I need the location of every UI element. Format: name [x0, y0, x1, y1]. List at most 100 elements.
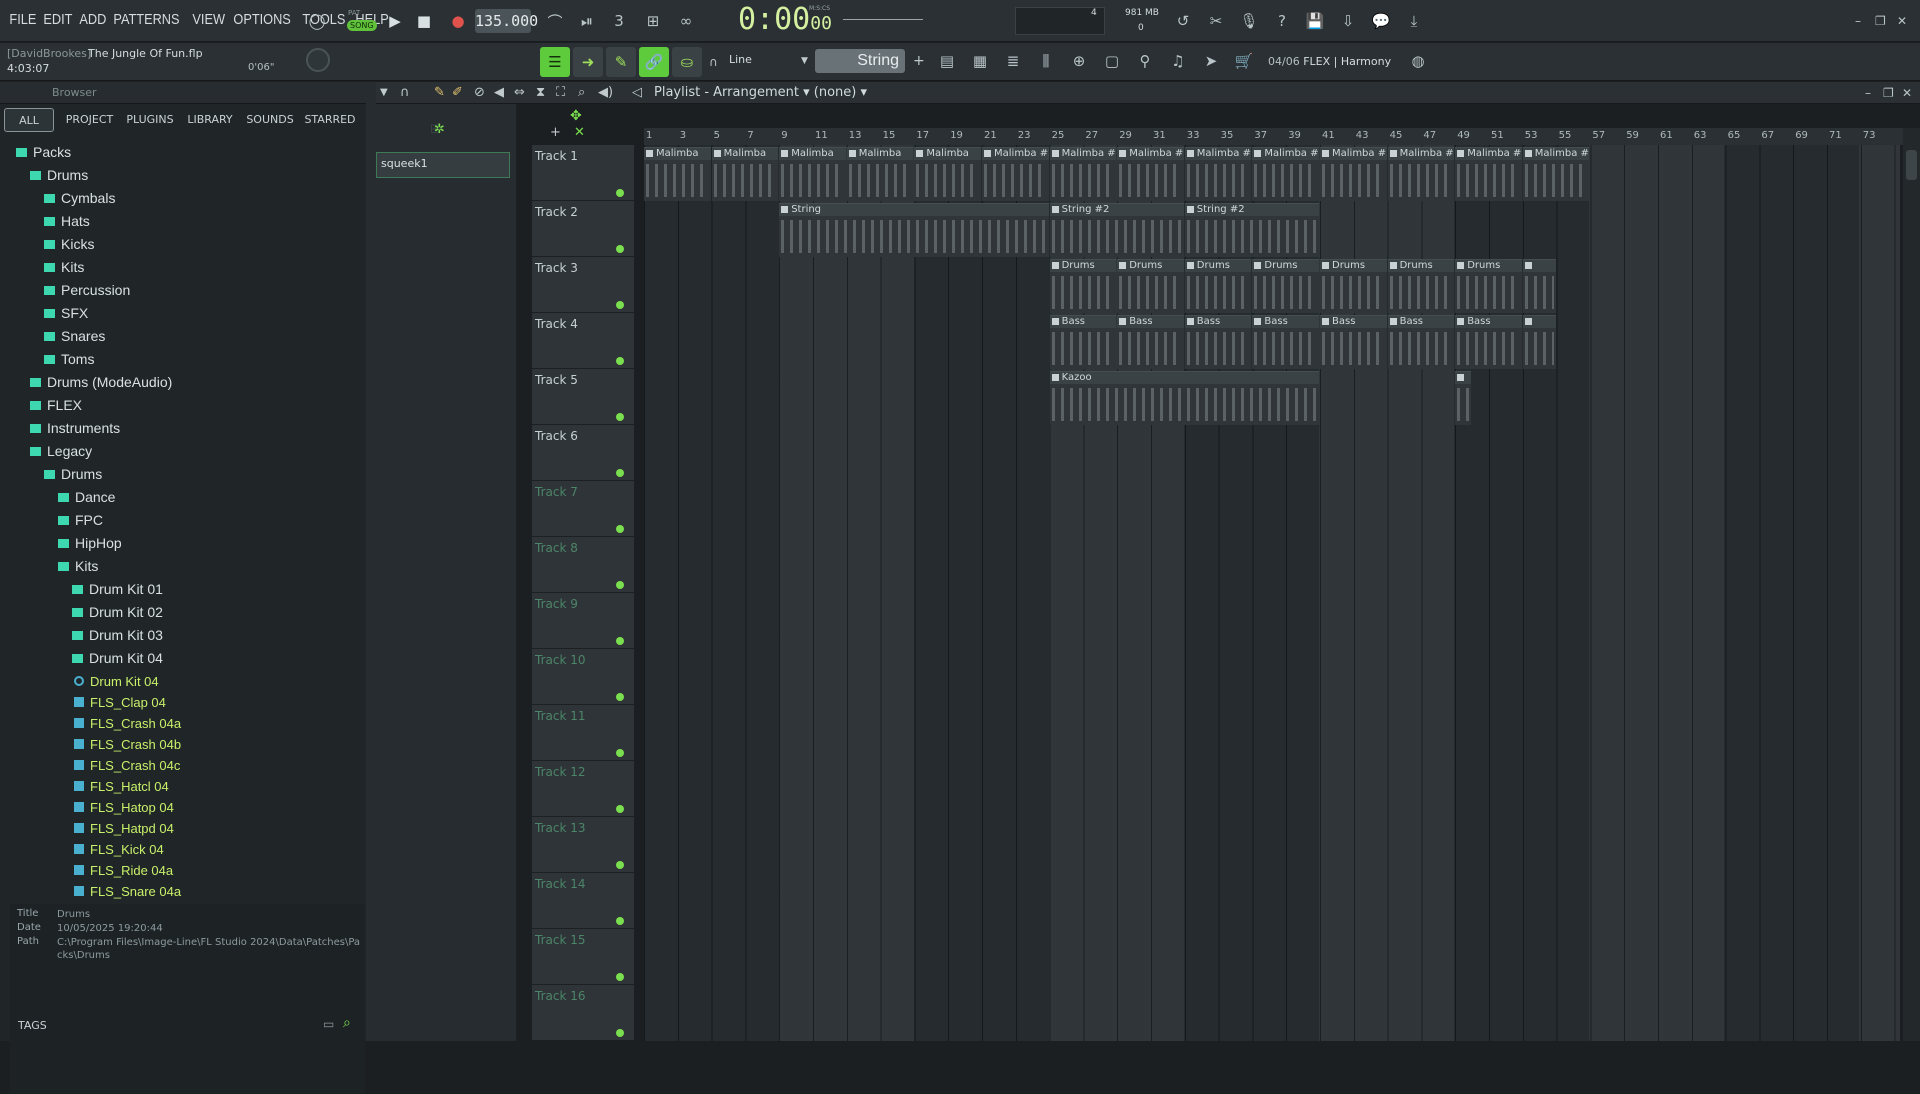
track-header[interactable]: Track 13: [532, 817, 634, 873]
browser-folder[interactable]: Drums (ModeAudio): [30, 371, 172, 394]
add-track-icon[interactable]: +: [550, 125, 561, 140]
tab-starred[interactable]: STARRED: [302, 108, 358, 132]
browser-folder[interactable]: Drums: [44, 463, 102, 486]
track-mute-led[interactable]: [616, 469, 624, 477]
pattern-clip[interactable]: Drums: [1455, 259, 1522, 313]
track-mute-led[interactable]: [616, 301, 624, 309]
track-header[interactable]: Track 16: [532, 985, 634, 1041]
track-mute-led[interactable]: [616, 357, 624, 365]
browser-sample-item[interactable]: FLS_Hatpd 04: [74, 817, 174, 840]
microphone-icon[interactable]: 🎙: [1236, 8, 1262, 34]
browser-sample-item[interactable]: FLS_Crash 04c: [74, 754, 180, 777]
track-header[interactable]: Track 15: [532, 929, 634, 985]
menu-file[interactable]: FILE: [6, 11, 40, 28]
arrangement-select[interactable]: (none): [814, 85, 857, 100]
track-header[interactable]: Track 12: [532, 761, 634, 817]
playlist-minimize-icon[interactable]: –: [1865, 86, 1879, 100]
restore-icon[interactable]: ❐: [1875, 14, 1889, 28]
pattern-clip[interactable]: Malimba: [846, 147, 914, 201]
pattern-clip[interactable]: Malimba #3: [1184, 147, 1252, 201]
tuner-icon[interactable]: ♫: [1165, 48, 1191, 74]
snap-select[interactable]: Line: [729, 53, 752, 66]
pattern-clip[interactable]: Drums: [1320, 259, 1387, 313]
browser-folder[interactable]: Drum Kit 03: [72, 624, 163, 647]
track-mute-led[interactable]: [616, 693, 624, 701]
browser-folder[interactable]: Packs: [16, 141, 71, 164]
browser-sample-item[interactable]: FLS_Ride 04a: [74, 859, 173, 882]
pattern-clip[interactable]: Malimba: [711, 147, 779, 201]
channel-rack-icon[interactable]: ▤: [934, 48, 960, 74]
pattern-clip[interactable]: Bass: [1049, 315, 1117, 369]
pattern-clip[interactable]: Malimba: [914, 147, 981, 201]
browser-folder[interactable]: Kicks: [44, 233, 94, 256]
folder-icon[interactable]: ▭: [323, 1017, 334, 1031]
browser-sample-item[interactable]: FLS_Hatcl 04: [74, 775, 169, 798]
browser-folder[interactable]: Drums: [30, 164, 88, 187]
track-mute-led[interactable]: [616, 749, 624, 757]
pattern-clip[interactable]: Drums: [1049, 259, 1117, 313]
play-icon[interactable]: ▶: [382, 8, 408, 34]
browser-folder[interactable]: Toms: [44, 348, 94, 371]
playlist-close-icon[interactable]: ✕: [1902, 86, 1916, 100]
browser-folder[interactable]: Hats: [44, 210, 90, 233]
playlist-view-icon[interactable]: ☰: [540, 47, 570, 77]
draw-tool-icon[interactable]: ✎: [606, 47, 636, 77]
zoom-tool-icon[interactable]: ⌕: [578, 85, 585, 100]
pattern-clip[interactable]: Malimba #3: [1387, 147, 1455, 201]
select-tool-icon[interactable]: ⛶: [556, 85, 565, 100]
marketplace-icon[interactable]: ➤: [1198, 48, 1224, 74]
browser-preset-item[interactable]: Drum Kit 04: [74, 670, 159, 693]
playlist-maximize-icon[interactable]: ❐: [1883, 86, 1897, 100]
magnet-snap-icon[interactable]: ∩: [400, 85, 410, 100]
track-mute-led[interactable]: [616, 861, 624, 869]
track-mute-led[interactable]: [616, 637, 624, 645]
track-header[interactable]: Track 1: [532, 145, 634, 201]
menu-options[interactable]: OPTIONS: [230, 11, 294, 28]
pattern-clip[interactable]: Drums: [1252, 259, 1319, 313]
minimize-icon[interactable]: –: [1855, 14, 1869, 28]
piano-roll-icon[interactable]: ▦: [967, 48, 993, 74]
track-header[interactable]: Track 14: [532, 873, 634, 929]
mixer-list-icon[interactable]: ≣: [1000, 48, 1026, 74]
pattern-clip[interactable]: Bass: [1117, 315, 1184, 369]
stop-icon[interactable]: ■: [411, 8, 437, 34]
browser-folder[interactable]: Percussion: [44, 279, 130, 302]
pattern-clip[interactable]: [1522, 259, 1556, 313]
remove-icon[interactable]: ✕: [574, 125, 585, 140]
menu-patterns[interactable]: PATTERNS: [110, 11, 183, 28]
export-icon[interactable]: ⇩: [1335, 8, 1361, 34]
track-header[interactable]: Track 8: [532, 537, 634, 593]
mute-tool-icon[interactable]: ◀: [494, 85, 504, 100]
download-icon[interactable]: ⤓: [1401, 8, 1427, 34]
tab-library[interactable]: LIBRARY: [182, 108, 238, 132]
pattern-clip[interactable]: Kazoo: [1049, 371, 1319, 425]
metronome-icon[interactable]: ⌒: [542, 8, 568, 34]
tags-button[interactable]: TAGS: [18, 1019, 47, 1032]
vertical-scrollbar[interactable]: [1903, 128, 1920, 1041]
loop-record-icon[interactable]: ∞: [673, 8, 699, 34]
track-header[interactable]: Track 9: [532, 593, 634, 649]
pattern-clip[interactable]: Malimba #3: [1320, 147, 1387, 201]
pattern-clip[interactable]: Malimba #2: [982, 147, 1049, 201]
cart-icon[interactable]: 🛒: [1231, 48, 1257, 74]
close-icon[interactable]: ✕: [1897, 14, 1911, 28]
plugin-picker-icon[interactable]: ⊕: [1066, 48, 1092, 74]
tab-all[interactable]: ALL: [4, 108, 54, 132]
browser-folder[interactable]: FLEX: [30, 394, 82, 417]
pattern-clip[interactable]: Bass: [1320, 315, 1387, 369]
pattern-clip[interactable]: [1455, 371, 1472, 425]
browser-sample-item[interactable]: FLS_Kick 04: [74, 838, 164, 861]
delete-tool-icon[interactable]: ⊘: [474, 85, 485, 100]
search-icon[interactable]: ⌕: [343, 1015, 351, 1031]
tab-project[interactable]: PROJECT: [62, 108, 117, 132]
song-position-slider[interactable]: [843, 19, 923, 20]
tab-sounds[interactable]: SOUNDS: [242, 108, 298, 132]
undo-icon[interactable]: ↺: [1170, 8, 1196, 34]
playlist-arrow-icon[interactable]: ◁: [632, 85, 642, 100]
browser-folder[interactable]: Drum Kit 01: [72, 578, 163, 601]
playback-tool-icon[interactable]: ◀): [598, 85, 613, 100]
browser-folder[interactable]: Cymbals: [44, 187, 115, 210]
track-mute-led[interactable]: [616, 1029, 624, 1037]
tab-plugins[interactable]: PLUGINS: [122, 108, 178, 132]
pattern-clip[interactable]: Malimba: [779, 147, 846, 201]
